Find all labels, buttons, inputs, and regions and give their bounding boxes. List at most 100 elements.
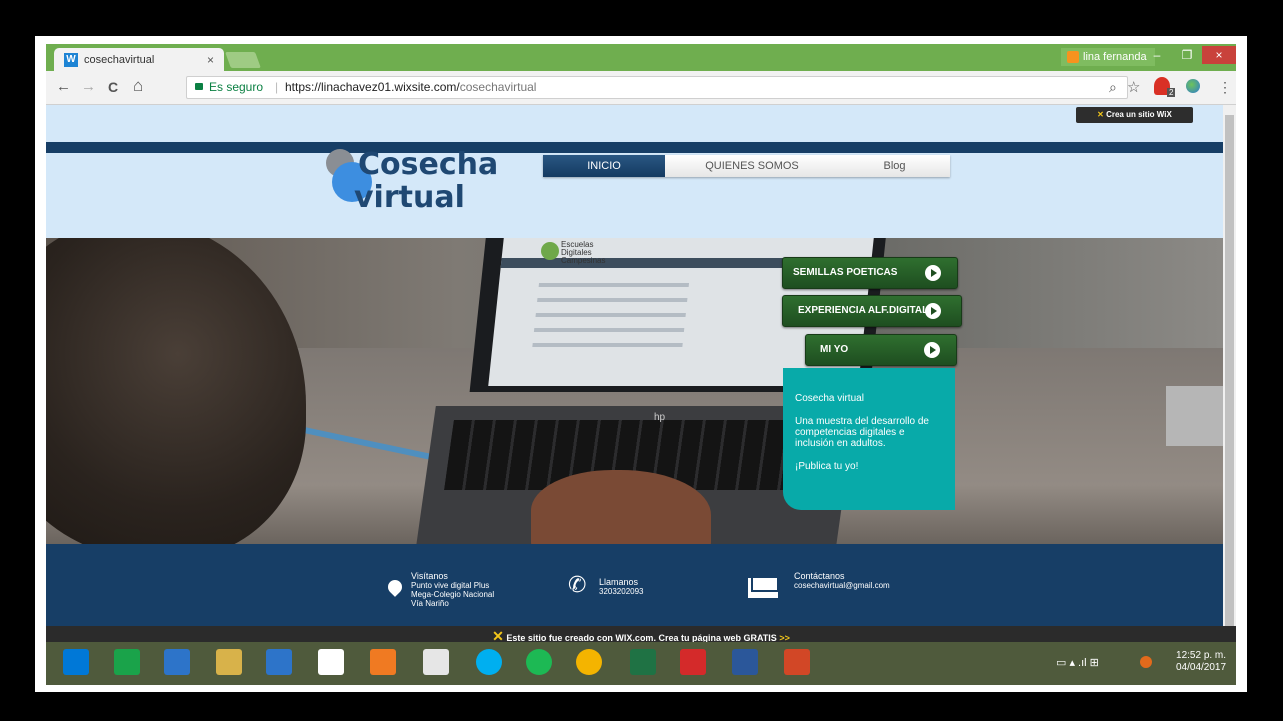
desk-device	[1166, 386, 1223, 446]
omnibox-separator: |	[275, 80, 279, 94]
tab-close-icon[interactable]: ×	[207, 53, 214, 67]
play-icon	[924, 342, 940, 358]
forward-button[interactable]: →	[81, 78, 96, 95]
logo-line-1: Cosecha	[358, 147, 499, 182]
play-icon	[925, 303, 941, 319]
intro-title: Cosecha virtual	[795, 393, 864, 404]
skype-icon[interactable]	[476, 649, 502, 675]
browser-toolbar: ← → C ⌂ Es seguro | https://linachavez01…	[46, 71, 1236, 105]
wix-create-site-button[interactable]: ✕ Crea un sitio WiX	[1076, 107, 1193, 123]
button-label: MI YO	[820, 344, 849, 355]
wix-favicon-icon: W	[64, 52, 78, 67]
profile-button[interactable]: lina fernanda	[1061, 48, 1155, 66]
home-button[interactable]: ⌂	[133, 76, 143, 96]
windows-start-icon[interactable]	[63, 649, 89, 675]
screen-logo-text: Escuelas Digitales Campesinas	[561, 240, 606, 265]
minimize-button[interactable]: –	[1143, 46, 1171, 64]
button-label: SEMILLAS POETICAS	[793, 267, 898, 278]
footer-call: Llamanos 3203202093	[599, 577, 644, 597]
call-title: Llamanos	[599, 577, 639, 587]
zoom-icon[interactable]: ⌕	[1109, 79, 1117, 96]
maxthon-icon[interactable]	[266, 649, 292, 675]
visit-title: Visítanos	[411, 571, 448, 581]
nav-item-quienes-somos[interactable]: QUIENES SOMOS	[665, 155, 839, 177]
windows-taskbar: ▭ ▴ .ıl ⊞ 12:52 p. m. 04/04/2017	[46, 642, 1236, 685]
phone-number[interactable]: 3203202093	[599, 587, 644, 596]
mi-yo-button[interactable]: MI YO	[805, 334, 957, 366]
screen-logo-icon	[541, 242, 559, 260]
screen-row	[535, 313, 686, 317]
intro-text-box: Cosecha virtual Una muestra del desarrol…	[783, 368, 955, 510]
site-footer: Visítanos Punto vive digital Plus Mega-C…	[46, 544, 1223, 626]
secure-label: Es seguro	[209, 80, 264, 94]
nav-item-blog[interactable]: Blog	[839, 155, 950, 177]
visit-line: Vía Nariño	[411, 599, 449, 608]
screen-row	[533, 328, 685, 332]
email-link[interactable]: cosechavirtual@gmail.com	[794, 581, 890, 590]
button-label: EXPERIENCIA ALF.DIGITAL	[798, 305, 929, 316]
clock-time: 12:52 p. m.	[1176, 650, 1227, 661]
screen-row	[537, 298, 688, 302]
url-text: https://linachavez01.wixsite.com/cosecha…	[285, 77, 536, 98]
wix-pill-brand: WiX	[1156, 110, 1172, 119]
new-tab-button[interactable]	[225, 52, 261, 68]
reload-button[interactable]: C	[108, 79, 118, 95]
nav-item-inicio[interactable]: INICIO	[543, 155, 665, 177]
taskbar-clock[interactable]: 12:52 p. m. 04/04/2017	[1176, 650, 1226, 674]
site-logo[interactable]: Cosecha virtual	[354, 147, 499, 214]
play-icon	[925, 265, 941, 281]
clock-date: 04/04/2017	[1176, 662, 1227, 673]
globe-extension-icon[interactable]	[1186, 79, 1200, 93]
extension-badge: 2	[1167, 88, 1176, 97]
footer-visit: Visítanos Punto vive digital Plus Mega-C…	[411, 571, 495, 609]
phone-icon: ✆	[568, 572, 587, 597]
powerpoint-icon[interactable]	[784, 649, 810, 675]
wix-pill-text: Crea un sitio	[1106, 110, 1157, 119]
screen-row	[532, 343, 683, 347]
tab-title: cosechavirtual	[84, 53, 155, 66]
hero-photo: Escuelas Digitales Campesinas hp	[46, 238, 1223, 544]
media-player-icon[interactable]	[370, 649, 396, 675]
intro-cta: ¡Publica tu yo!	[795, 461, 859, 472]
intro-body: Una muestra del desarrollo de competenci…	[795, 416, 929, 449]
hp-logo: hp	[654, 412, 666, 423]
back-button[interactable]: ←	[56, 78, 71, 95]
lock-icon	[195, 83, 203, 90]
semillas-poeticas-button[interactable]: SEMILLAS POETICAS	[782, 257, 958, 289]
close-window-button[interactable]: ×	[1202, 46, 1236, 64]
browser-tab[interactable]: W cosechavirtual ×	[54, 48, 224, 71]
mail-icon	[748, 578, 779, 598]
maximize-button[interactable]: ❐	[1173, 46, 1201, 64]
wix-logo-icon: ✕	[1097, 110, 1104, 119]
bookmark-star-icon[interactable]: ☆	[1127, 78, 1140, 96]
scrollbar-thumb[interactable]	[1225, 115, 1234, 635]
footer-contact: Contáctanos cosechavirtual@gmail.com	[794, 571, 890, 591]
record-icon[interactable]	[1140, 656, 1152, 668]
visit-line: Punto vive digital Plus	[411, 581, 490, 590]
location-pin-icon	[385, 577, 405, 597]
home-icon[interactable]	[318, 649, 344, 675]
spotify-icon[interactable]	[526, 649, 552, 675]
chrome-icon[interactable]	[576, 649, 602, 675]
tool-icon[interactable]	[423, 649, 449, 675]
visit-line: Mega-Colegio Nacional	[411, 590, 495, 599]
experiencia-alf-digital-button[interactable]: EXPERIENCIA ALF.DIGITAL	[782, 295, 962, 327]
excel-icon[interactable]	[630, 649, 656, 675]
url-host: https://linachavez01.wixsite.com/	[285, 80, 460, 94]
word-icon[interactable]	[732, 649, 758, 675]
contact-title: Contáctanos	[794, 571, 845, 581]
browser-window: W cosechavirtual × lina fernanda – ❐ × ←…	[46, 44, 1236, 685]
vertical-scrollbar[interactable]	[1223, 105, 1236, 651]
title-bar: W cosechavirtual × lina fernanda – ❐ ×	[46, 44, 1236, 71]
url-path: cosechavirtual	[459, 80, 537, 94]
site-nav-menu: INICIO QUIENES SOMOS Blog	[543, 155, 950, 177]
store-icon[interactable]	[114, 649, 140, 675]
acrobat-icon[interactable]	[680, 649, 706, 675]
file-explorer-icon[interactable]	[216, 649, 242, 675]
address-bar[interactable]: Es seguro | https://linachavez01.wixsite…	[186, 76, 1128, 99]
system-tray[interactable]: ▭ ▴ .ıl ⊞	[1056, 656, 1099, 669]
header-stripe	[46, 142, 1223, 153]
chrome-menu-icon[interactable]: ⋮	[1218, 79, 1232, 96]
computer-icon[interactable]	[164, 649, 190, 675]
screenshot-frame: W cosechavirtual × lina fernanda – ❐ × ←…	[35, 36, 1247, 692]
